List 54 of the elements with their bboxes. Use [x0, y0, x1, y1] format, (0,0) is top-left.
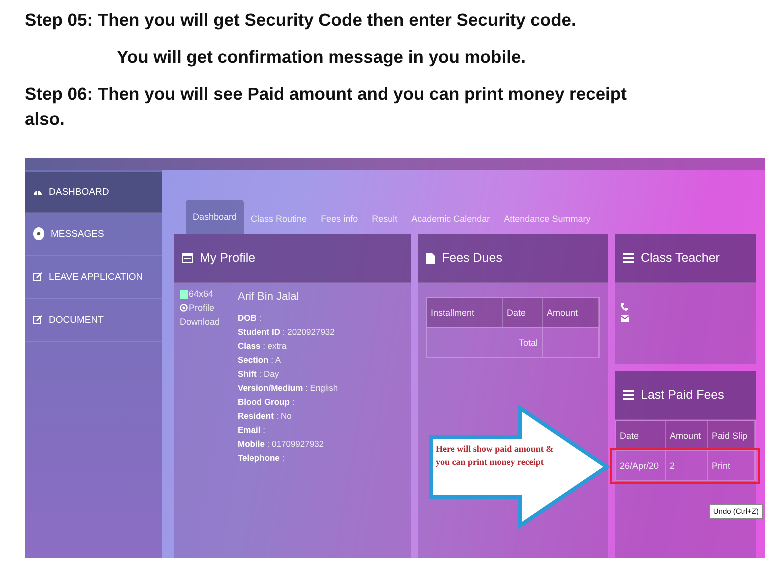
- profile-field: Telephone :: [238, 453, 338, 463]
- document-icon: [426, 252, 435, 264]
- camera-icon: [180, 304, 188, 312]
- student-name: Arif Bin Jalal: [238, 291, 300, 303]
- column-header: Installment: [427, 298, 503, 327]
- column-header: Amount: [543, 298, 599, 327]
- list-icon: [623, 253, 634, 263]
- column-header: Date: [503, 298, 543, 327]
- sidebar-item[interactable]: DASHBOARD: [25, 172, 162, 213]
- broken-image-icon: [180, 290, 188, 298]
- broken-image: 64x64: [180, 289, 220, 299]
- profile-field: Email :: [238, 425, 338, 435]
- table-cell: Print: [708, 450, 755, 480]
- panel-title: Last Paid Fees: [641, 388, 724, 402]
- panel-title: My Profile: [200, 251, 256, 265]
- table-cell: 2: [666, 450, 708, 480]
- column-header: Amount: [666, 421, 708, 450]
- panel-title: Fees Dues: [442, 251, 502, 265]
- download-link[interactable]: Download: [180, 317, 220, 327]
- sidebar-item[interactable]: DOCUMENT: [25, 299, 162, 342]
- profile-field: Version/Medium : English: [238, 383, 338, 393]
- callout-text: Here will show paid amount & you can print money receipt: [436, 443, 555, 469]
- column-header: Paid Slip: [708, 421, 755, 450]
- table-cell: 26/Apr/20: [616, 450, 666, 480]
- profile-link[interactable]: Profile: [180, 303, 220, 313]
- tab[interactable]: Fees info: [314, 204, 366, 234]
- sidebar-item[interactable]: MESSAGES: [25, 213, 162, 256]
- column-header: Date: [616, 421, 666, 450]
- phone-icon: [621, 303, 628, 311]
- tab[interactable]: Dashboard: [186, 200, 244, 234]
- mail-icon: [621, 315, 629, 322]
- profile-field: Class : extra: [238, 341, 338, 351]
- instruction-text: You will get confirmation message in you mobile.: [116, 46, 528, 69]
- tab[interactable]: Result: [365, 204, 405, 234]
- sidebar-item[interactable]: LEAVE APPLICATION: [25, 256, 162, 299]
- instruction-text: Step 06: Then you will see Paid amount and you can print money receipt also.: [25, 83, 628, 131]
- profile-field: Blood Group :: [238, 397, 338, 407]
- instruction-text: Step 05: Then you will get Security Code then enter Security code.: [25, 9, 578, 32]
- profile-field: Student ID : 2020927932: [238, 327, 338, 337]
- tab[interactable]: Class Routine: [244, 204, 314, 234]
- list-icon: [623, 390, 634, 400]
- profile-field: Resident : No: [238, 411, 338, 421]
- card-icon: [182, 253, 193, 263]
- profile-field: Section : A: [238, 355, 338, 365]
- table-cell: Total: [427, 327, 543, 357]
- edit-icon: [33, 272, 43, 282]
- messages-icon: [33, 227, 45, 241]
- profile-field: DOB :: [238, 313, 338, 323]
- tab[interactable]: Academic Calendar: [404, 204, 498, 234]
- panel-title: Class Teacher: [641, 251, 720, 265]
- profile-field: Mobile : 01709927932: [238, 439, 338, 449]
- edit-icon: [33, 315, 43, 325]
- profile-field: Shift : Day: [238, 369, 338, 379]
- tab[interactable]: Attendance Summary: [497, 204, 598, 234]
